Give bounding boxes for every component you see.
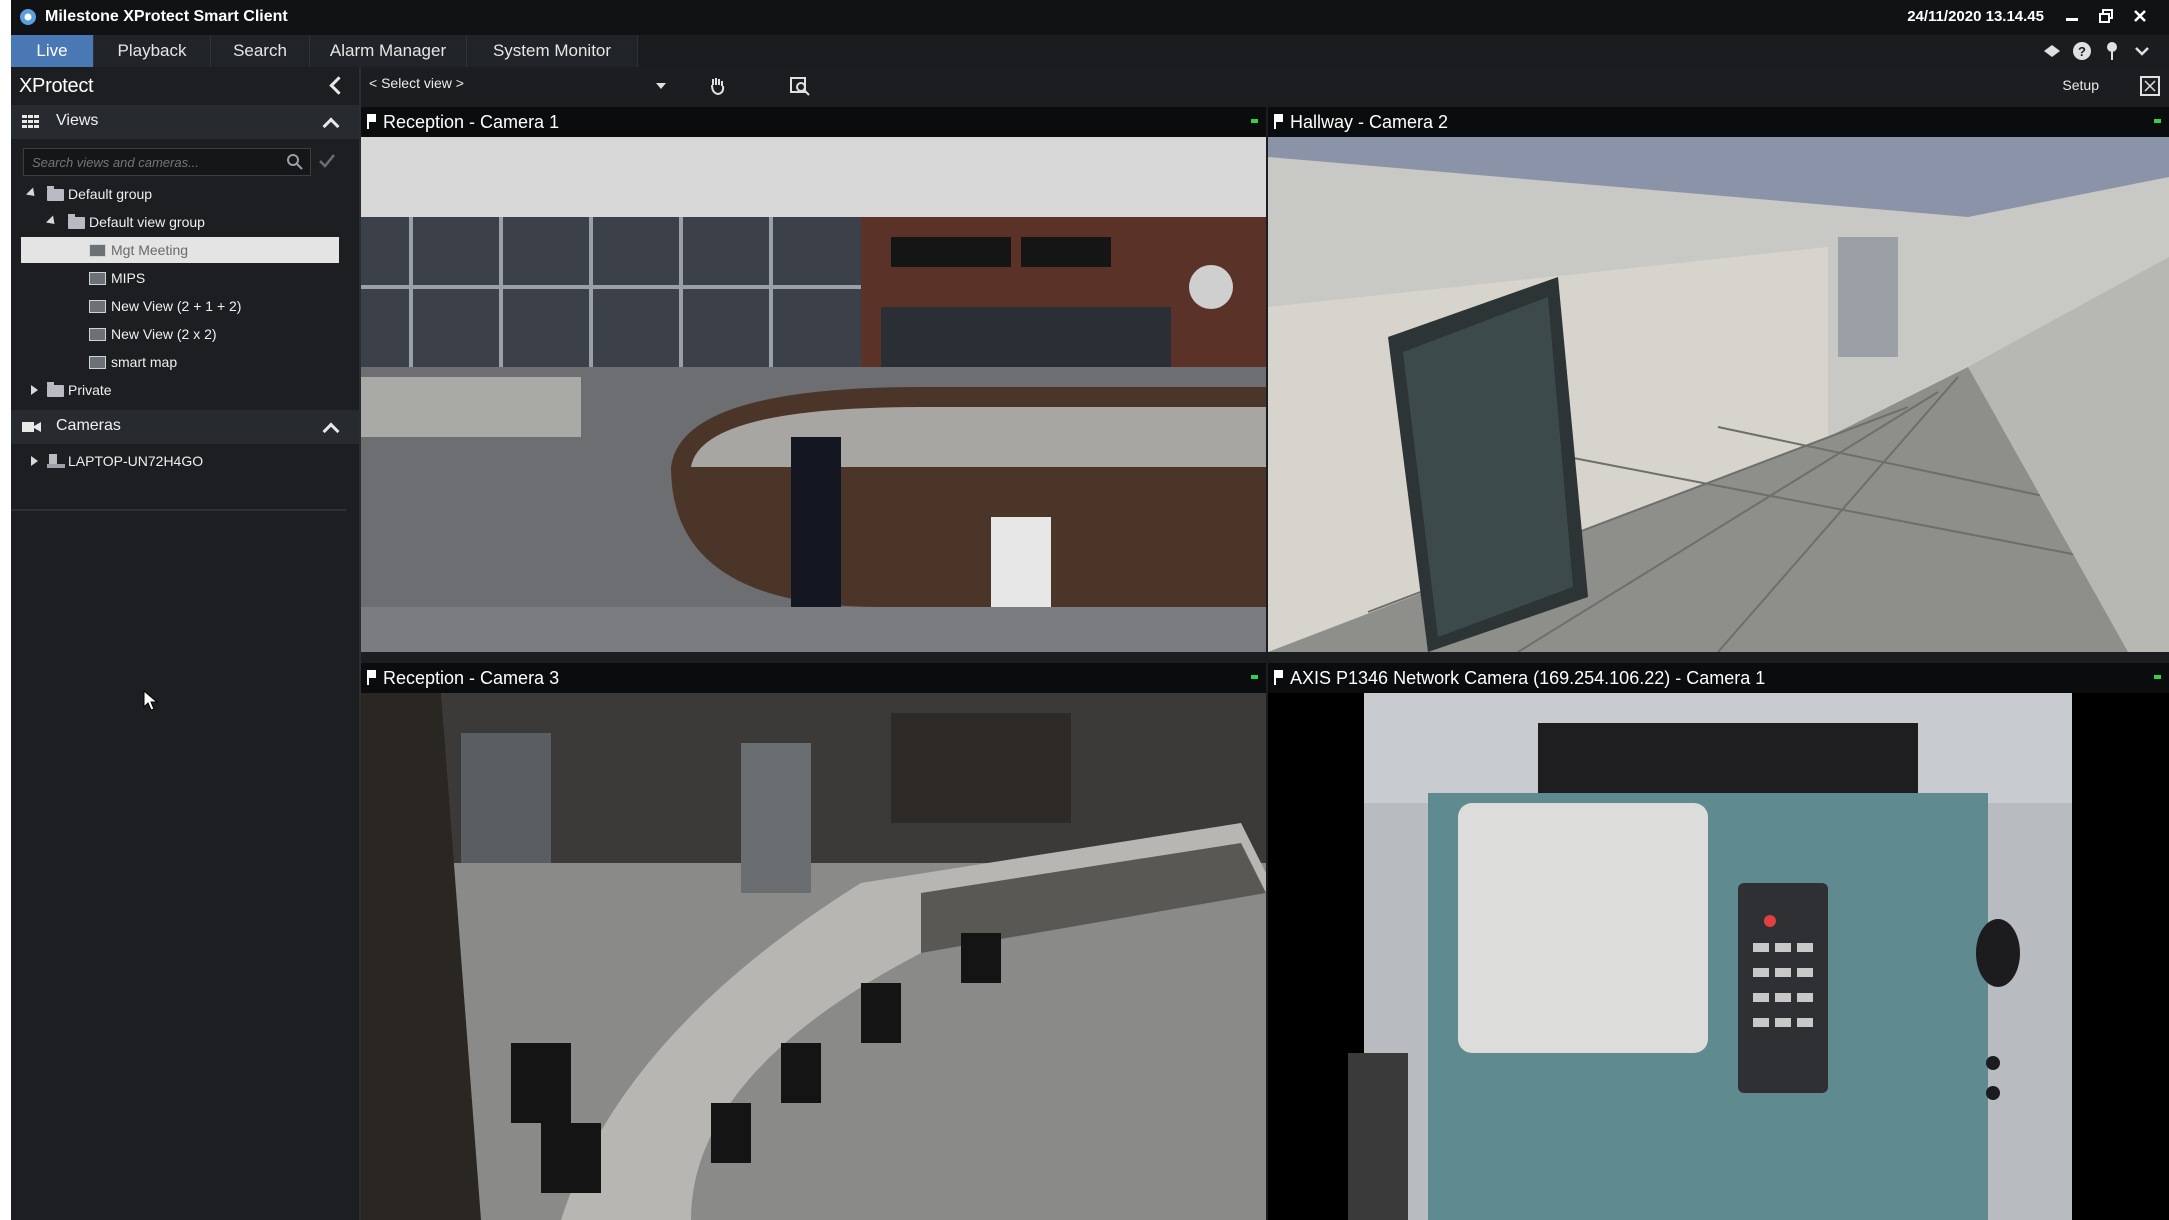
tab-alarm-manager[interactable]: Alarm Manager — [310, 35, 467, 67]
app-title: Milestone XProtect Smart Client — [45, 8, 288, 25]
video-feed-image — [361, 137, 1266, 652]
sidebar-header: XProtect — [11, 67, 359, 105]
collapse-sidebar-icon[interactable] — [329, 76, 348, 95]
view-layout-icon — [89, 244, 106, 257]
minimize-icon[interactable] — [2057, 4, 2087, 30]
camera-header: AXIS P1346 Network Camera (169.254.106.2… — [1268, 663, 2169, 693]
clock-datetime: 24/11/2020 13.14.45 — [1907, 8, 2044, 25]
video-feed-image — [1268, 693, 2169, 1220]
bookmark-flag-icon — [1274, 114, 1283, 129]
collapse-cameras-icon[interactable] — [322, 422, 340, 440]
camera-pane-axis-p1346[interactable]: AXIS P1346 Network Camera (169.254.106.2… — [1268, 663, 2169, 1220]
pin-icon[interactable] — [2101, 40, 2123, 62]
restore-icon[interactable] — [2091, 4, 2121, 30]
mouse-cursor-icon — [143, 690, 159, 711]
workspace-tabs: Live Playback Search Alarm Manager Syste… — [11, 35, 2169, 67]
tree-item-new-view-2x2[interactable]: New View (2 x 2) — [11, 321, 351, 347]
status-led — [2154, 675, 2161, 679]
smart-client-window: Milestone XProtect Smart Client 24/11/20… — [11, 0, 2169, 1220]
view-layout-icon — [89, 328, 106, 341]
camera-pane-reception-3[interactable]: Reception - Camera 3 — [361, 663, 1266, 1220]
search-icon[interactable] — [286, 153, 304, 171]
camera-title: Hallway - Camera 2 — [1290, 112, 1449, 132]
view-layout-icon — [89, 272, 106, 285]
cameras-section-header[interactable]: Cameras — [11, 410, 359, 444]
view-toolbar: < Select view > Setup — [361, 67, 2169, 105]
folder-icon — [68, 214, 85, 229]
sidebar-divider — [11, 509, 346, 511]
server-icon — [47, 454, 65, 468]
sidebar-title: XProtect — [19, 75, 94, 97]
status-led — [1251, 119, 1258, 123]
folder-icon — [47, 186, 64, 201]
search-input[interactable] — [30, 152, 274, 172]
tab-search[interactable]: Search — [211, 35, 310, 67]
status-led — [2154, 119, 2161, 123]
select-view-dropdown[interactable]: < Select view > — [369, 75, 669, 97]
tree-item-mips[interactable]: MIPS — [11, 265, 351, 291]
tree-item-private[interactable]: Private — [11, 377, 351, 403]
tree-item-default-view-group[interactable]: Default view group — [11, 209, 351, 235]
help-icon[interactable]: ? — [2071, 40, 2093, 62]
bookmark-flag-icon — [367, 670, 376, 685]
bookmark-flag-icon — [1274, 670, 1283, 685]
folder-icon — [47, 382, 64, 397]
camera-pane-hallway-2[interactable]: Hallway - Camera 2 — [1268, 107, 2169, 652]
hand-tool-icon[interactable] — [707, 75, 729, 97]
status-led — [1251, 675, 1258, 679]
svg-text:?: ? — [2078, 44, 2086, 59]
camera-title: Reception - Camera 3 — [383, 668, 560, 688]
view-layout-icon — [89, 300, 106, 313]
filter-icon[interactable] — [317, 151, 337, 171]
milestone-logo-icon — [20, 9, 36, 25]
setup-button[interactable]: Setup — [2062, 77, 2099, 93]
bookmark-flag-icon — [367, 114, 376, 129]
camera-header: Reception - Camera 1 — [361, 107, 1266, 137]
camera-title: Reception - Camera 1 — [383, 112, 560, 132]
video-feed-image — [361, 693, 1266, 1220]
close-icon[interactable] — [2125, 4, 2155, 30]
grid-icon — [22, 115, 39, 128]
chevron-down-icon[interactable] — [2131, 40, 2153, 62]
camera-pane-reception-1[interactable]: Reception - Camera 1 — [361, 107, 1266, 652]
title-bar: Milestone XProtect Smart Client 24/11/20… — [11, 0, 2169, 35]
fullscreen-icon[interactable] — [2139, 75, 2161, 97]
tab-playback[interactable]: Playback — [94, 35, 211, 67]
views-search-box[interactable] — [23, 148, 311, 176]
tree-item-mgt-meeting[interactable]: Mgt Meeting — [21, 237, 339, 263]
camera-title: AXIS P1346 Network Camera (169.254.106.2… — [1290, 668, 1766, 688]
collapse-views-icon[interactable] — [322, 117, 340, 135]
video-feed-image — [1268, 137, 2169, 652]
cameras-section-label: Cameras — [56, 417, 121, 434]
tree-item-default-group[interactable]: Default group — [11, 181, 351, 207]
camera-header: Hallway - Camera 2 — [1268, 107, 2169, 137]
tree-item-laptop-server[interactable]: LAPTOP-UN72H4GO — [11, 448, 351, 474]
map-icon — [89, 356, 106, 369]
camera-header: Reception - Camera 3 — [361, 663, 1266, 693]
tree-item-new-view-2-1-2[interactable]: New View (2 + 1 + 2) — [11, 293, 351, 319]
search-view-icon[interactable] — [789, 75, 811, 97]
tab-live[interactable]: Live — [11, 35, 94, 67]
tree-item-smart-map[interactable]: smart map — [11, 349, 351, 375]
chevron-down-icon — [656, 83, 666, 89]
sidebar-panel: XProtect Views Default group Def — [11, 67, 361, 1220]
views-section-header[interactable]: Views — [11, 105, 359, 139]
status-icon[interactable] — [2041, 40, 2063, 62]
camera-icon — [22, 422, 41, 432]
tab-system-monitor[interactable]: System Monitor — [467, 35, 638, 67]
views-section-label: Views — [56, 112, 99, 129]
